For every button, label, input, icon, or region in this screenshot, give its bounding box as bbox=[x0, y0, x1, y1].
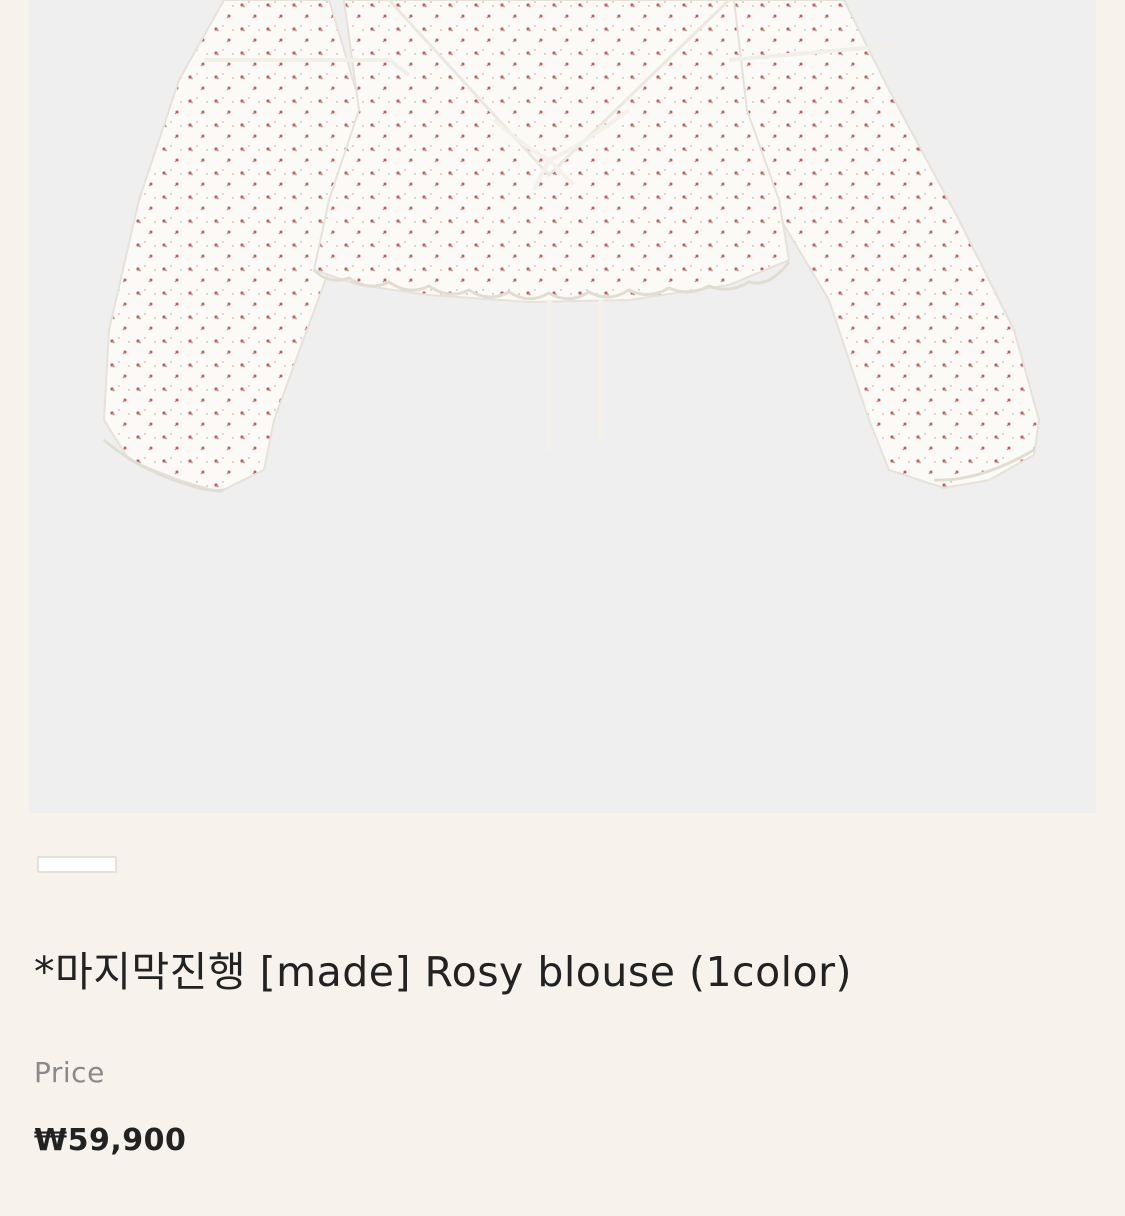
product-detail-page: *마지막진행 [made] Rosy blouse (1color) Price… bbox=[0, 0, 1125, 1216]
price-label: Price bbox=[34, 1056, 105, 1089]
blouse-photo-icon bbox=[102, 0, 1041, 494]
price-value: ₩59,900 bbox=[34, 1123, 187, 1158]
product-photo[interactable] bbox=[29, 0, 1096, 813]
product-title: *마지막진행 [made] Rosy blouse (1color) bbox=[34, 948, 852, 996]
slide-indicator[interactable] bbox=[37, 856, 117, 873]
